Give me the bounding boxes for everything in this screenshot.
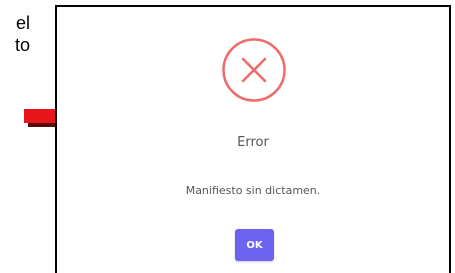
background-text-line: el xyxy=(15,13,30,33)
ok-button[interactable]: OK xyxy=(235,229,274,261)
dialog-panel: Error Manifiesto sin dictamen. OK xyxy=(55,5,451,273)
dialog-title: Error xyxy=(237,135,269,150)
background-document-text: el to xyxy=(0,12,30,56)
error-circle-x-icon xyxy=(222,38,286,102)
dialog-message: Manifiesto sin dictamen. xyxy=(185,184,321,197)
background-text-line: to xyxy=(14,35,30,55)
